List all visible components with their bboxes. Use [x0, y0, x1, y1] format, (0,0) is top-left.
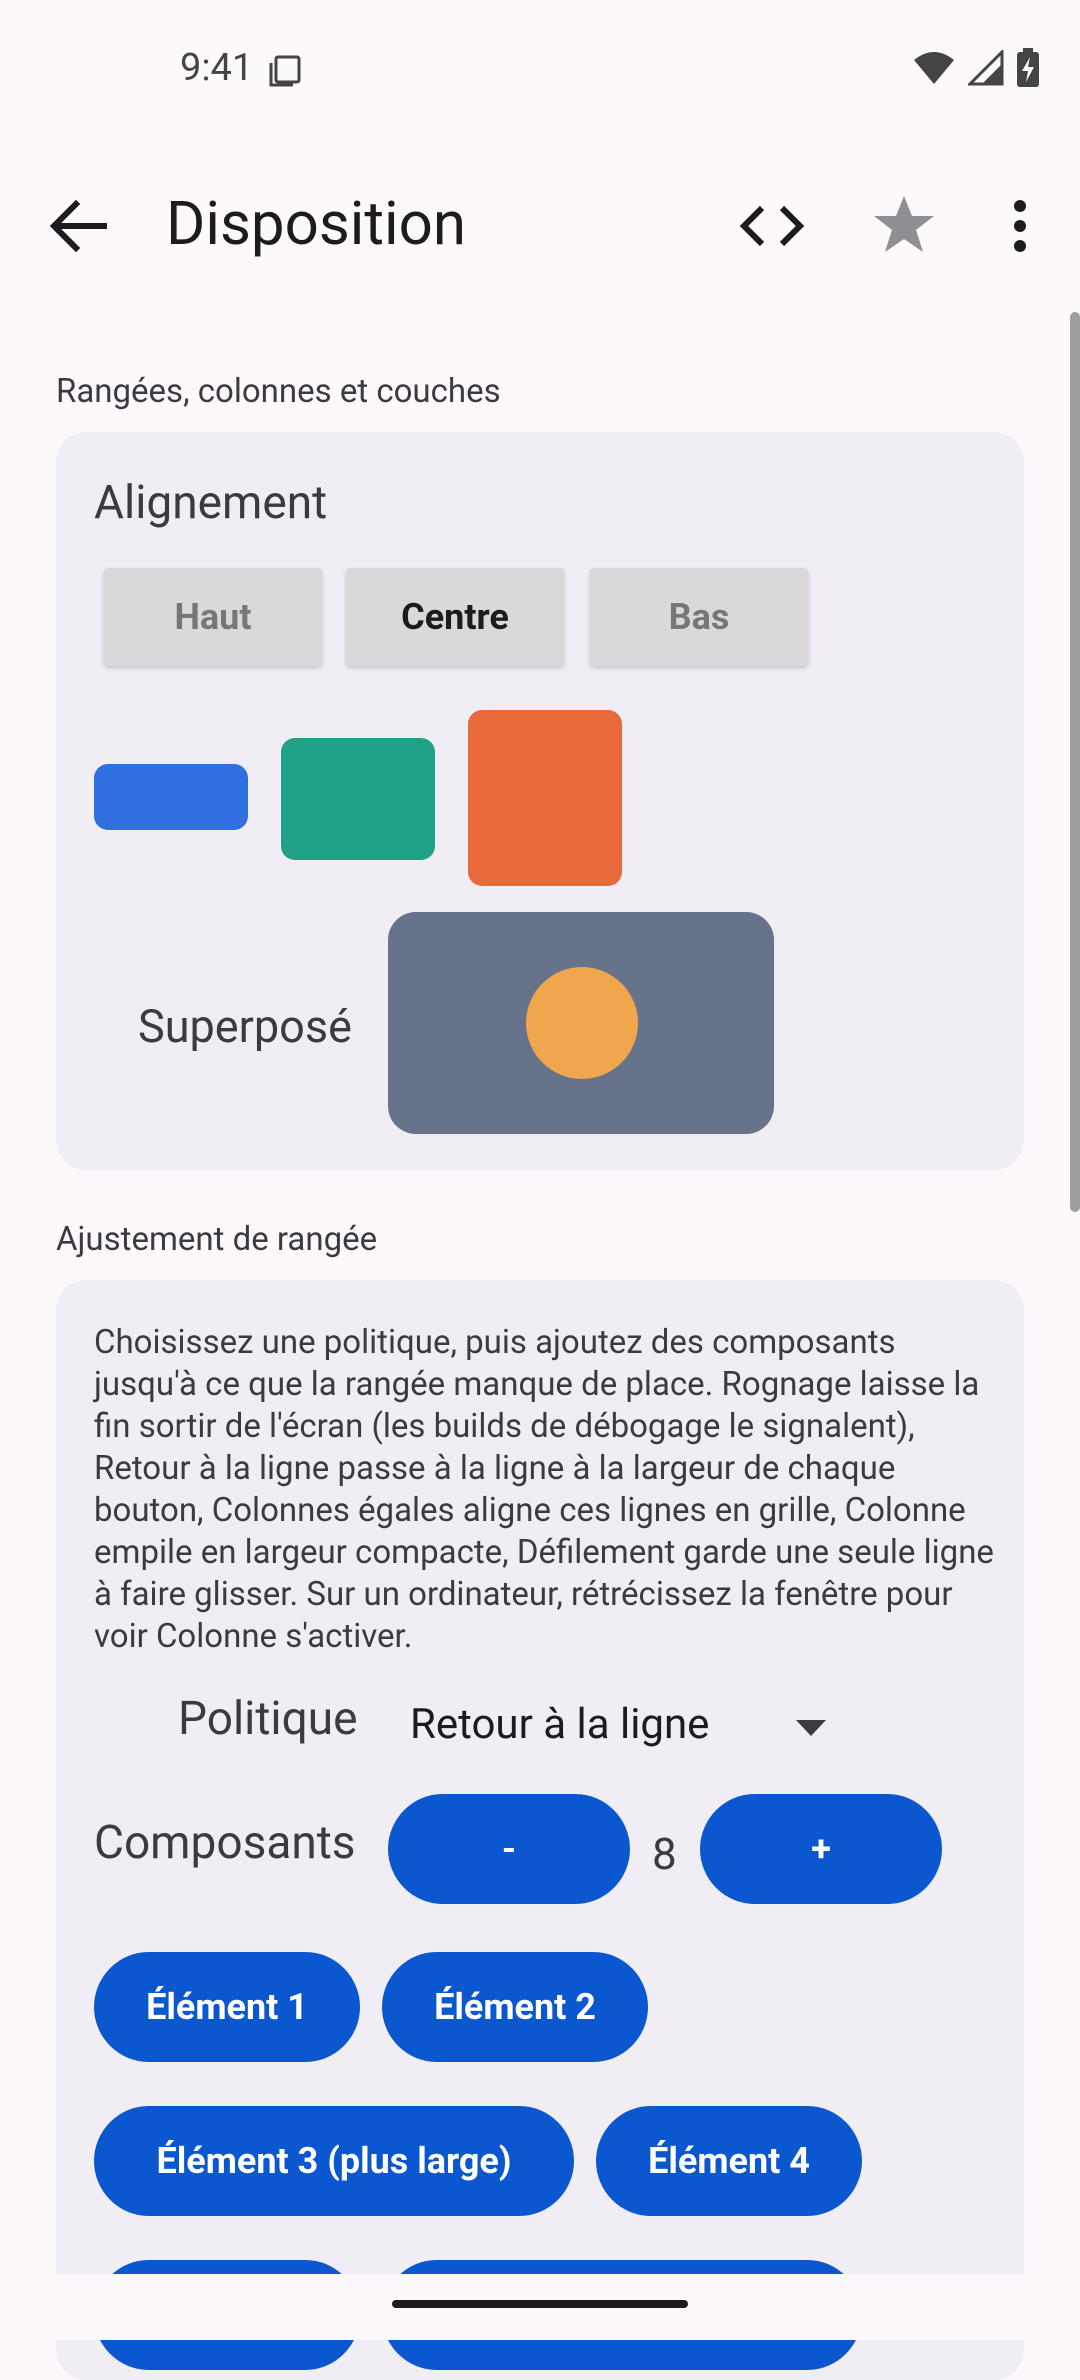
overlay-circle — [526, 967, 638, 1079]
alignment-title: Alignement — [94, 476, 328, 530]
blue-block — [94, 764, 248, 830]
status-bar: 9:41 — [0, 0, 1080, 140]
components-count: 8 — [652, 1828, 677, 1880]
row-fit-card: Choisissez une politique, puis ajoutez d… — [56, 1280, 1024, 2380]
overlay-box — [388, 912, 774, 1134]
section-label-row-fit: Ajustement de rangée — [56, 1220, 378, 1259]
item-button-3[interactable]: Élément 3 (plus large) — [94, 2106, 574, 2216]
help-text: Choisissez une politique, puis ajoutez d… — [94, 1323, 994, 1656]
increment-button[interactable]: + — [700, 1794, 942, 1904]
policy-label: Politique — [178, 1692, 358, 1746]
orange-block — [468, 710, 622, 886]
overlay-label: Superposé — [138, 1000, 352, 1053]
dropdown-arrow-icon[interactable] — [794, 1718, 828, 1738]
back-arrow-icon[interactable] — [46, 198, 110, 254]
status-icons — [912, 48, 1040, 88]
scrollbar[interactable] — [1070, 312, 1080, 1212]
item-button-4[interactable]: Élément 4 — [596, 2106, 862, 2216]
decrement-button[interactable]: - — [388, 1794, 630, 1904]
segment-centre[interactable]: Centre — [346, 568, 564, 666]
wifi-icon — [914, 52, 954, 84]
code-icon[interactable] — [736, 192, 808, 260]
segment-haut[interactable]: Haut — [104, 568, 322, 666]
item-button-1[interactable]: Élément 1 — [94, 1952, 360, 2062]
status-time: 9:41 — [180, 46, 254, 90]
home-indicator[interactable] — [392, 2300, 688, 2308]
page-title: Disposition — [166, 188, 466, 259]
section-label-rows: Rangées, colonnes et couches — [56, 372, 501, 411]
segment-bas[interactable]: Bas — [590, 568, 808, 666]
battery-charging-icon — [1017, 48, 1039, 87]
cellular-signal-icon — [968, 50, 1004, 86]
components-label: Composants — [94, 1816, 356, 1870]
item-button-2[interactable]: Élément 2 — [382, 1952, 648, 2062]
policy-dropdown[interactable]: Retour à la ligne — [410, 1700, 709, 1749]
alignment-card: Alignement Haut Centre Bas Superposé — [56, 432, 1024, 1170]
star-icon[interactable] — [872, 192, 936, 256]
teal-block — [281, 738, 435, 860]
more-vert-icon[interactable] — [1000, 192, 1040, 260]
top-app-bar: Disposition — [0, 170, 1080, 282]
screenshot-icon — [269, 55, 301, 87]
